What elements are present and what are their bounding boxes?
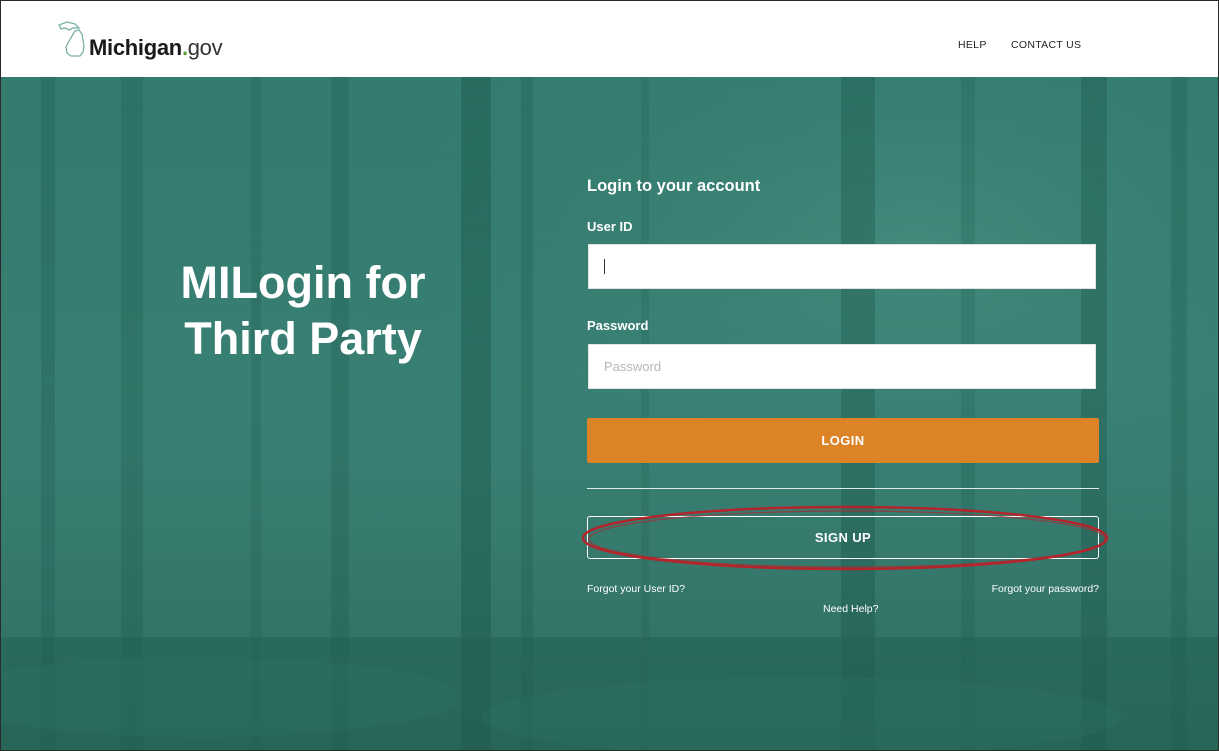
login-button[interactable]: LOGIN	[587, 418, 1099, 463]
hero-background: MILogin for Third Party Login to your ac…	[1, 77, 1218, 750]
text-cursor	[604, 259, 605, 274]
sign-up-button[interactable]: SIGN UP	[587, 516, 1099, 559]
logo-wordmark: Michigan.gov	[89, 35, 223, 61]
password-input[interactable]	[588, 344, 1096, 389]
user-id-input[interactable]	[588, 244, 1096, 289]
site-header: Michigan.gov HELP CONTACT US	[1, 1, 1218, 77]
hero-title: MILogin for Third Party	[113, 255, 493, 367]
divider-line	[587, 488, 1099, 489]
need-help-link[interactable]: Need Help?	[823, 603, 878, 615]
login-heading: Login to your account	[587, 177, 761, 195]
logo-text-michigan: Michigan	[89, 35, 182, 60]
logo-text-gov: gov	[187, 35, 223, 60]
forgot-user-id-link[interactable]: Forgot your User ID?	[587, 583, 685, 595]
hero-title-line-1: MILogin for	[180, 257, 426, 308]
page-frame: Michigan.gov HELP CONTACT US MILogin for…	[0, 0, 1219, 751]
hero-title-line-2: Third Party	[184, 313, 422, 364]
nav-help-link[interactable]: HELP	[958, 39, 987, 51]
forgot-password-link[interactable]: Forgot your password?	[992, 583, 1099, 595]
nav-contact-us-link[interactable]: CONTACT US	[1011, 39, 1081, 51]
user-id-label: User ID	[587, 219, 633, 234]
password-label: Password	[587, 318, 649, 333]
